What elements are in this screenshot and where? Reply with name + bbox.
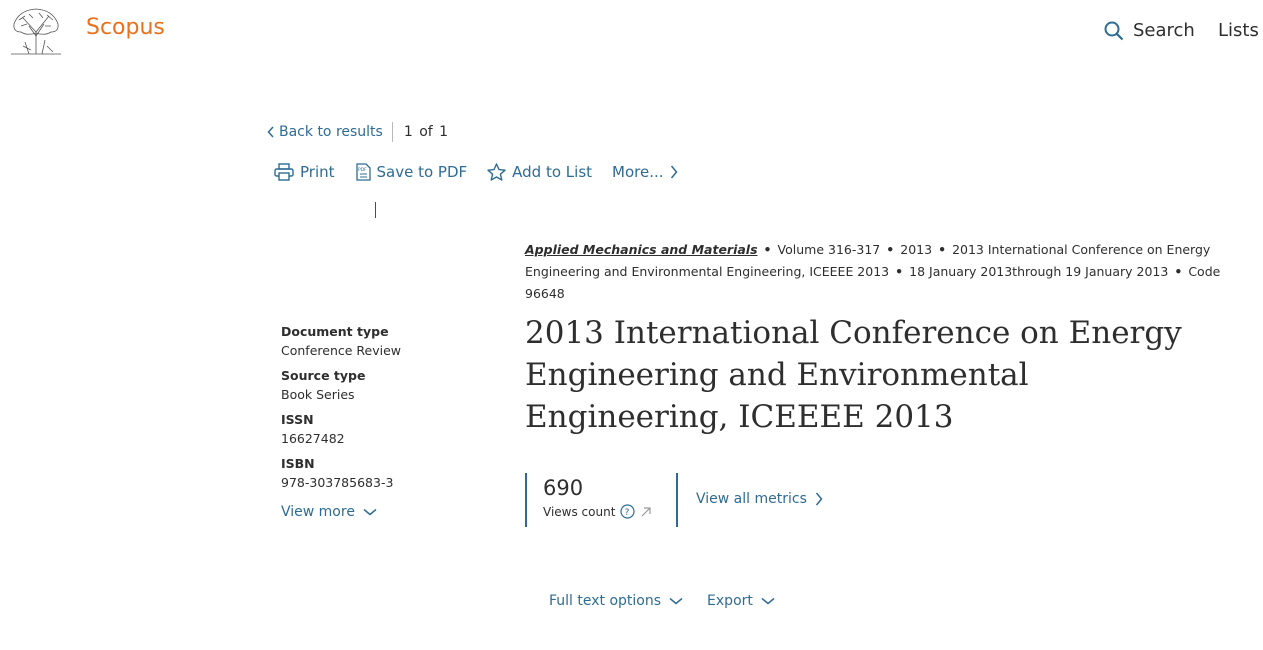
- views-count-value: 690: [543, 476, 584, 500]
- view-all-metrics-link[interactable]: View all metrics: [696, 491, 823, 507]
- elsevier-tree-logo[interactable]: [9, 6, 63, 56]
- printer-icon: [274, 163, 294, 181]
- views-count-label: Views count: [543, 504, 616, 519]
- brand-name[interactable]: Scopus: [86, 15, 165, 40]
- document-type-value: Conference Review: [281, 343, 402, 358]
- pdf-icon: PDF: [355, 163, 371, 181]
- search-icon: [1104, 21, 1124, 40]
- top-header: Scopus Search Lists: [0, 0, 1263, 60]
- document-toolbar: Print PDF Save to PDF Add to List More..…: [274, 163, 698, 181]
- chevron-down-icon: [761, 597, 775, 605]
- isbn-value: 978-303785683-3: [281, 475, 394, 490]
- document-type-label: Document type: [281, 324, 389, 339]
- chevron-down-icon: [669, 597, 683, 605]
- views-count-row: Views count ?: [543, 504, 676, 519]
- separator-dot: •: [763, 242, 772, 257]
- help-icon[interactable]: ?: [620, 504, 636, 519]
- back-to-results-label: Back to results: [279, 124, 383, 140]
- source-info: Applied Mechanics and Materials • Volume 3…: [525, 239, 1245, 305]
- chevron-right-icon: [670, 165, 677, 179]
- more-label: More...: [612, 163, 664, 181]
- separator-dot: •: [895, 264, 904, 279]
- separator-dot: •: [886, 242, 895, 257]
- source-type-value: Book Series: [281, 387, 355, 402]
- views-metric: 690 Views count ?: [525, 473, 678, 527]
- document-details: Document type Conference Review Source t…: [281, 324, 481, 520]
- print-button[interactable]: Print: [274, 163, 335, 181]
- save-to-pdf-label: Save to PDF: [376, 163, 468, 181]
- view-more-label: View more: [281, 504, 355, 520]
- full-text-options-button[interactable]: Full text options: [549, 593, 683, 609]
- nav-search-label: Search: [1133, 20, 1195, 41]
- chevron-down-icon: [363, 508, 377, 516]
- back-to-results-link[interactable]: Back to results: [267, 124, 383, 140]
- nav-search-button[interactable]: Search: [1104, 20, 1195, 41]
- add-to-list-button[interactable]: Add to List: [487, 163, 592, 181]
- export-button[interactable]: Export: [707, 593, 775, 609]
- export-label: Export: [707, 593, 753, 609]
- document-title: 2013 International Conference on Energy …: [525, 315, 1182, 435]
- issn-label: ISSN: [281, 412, 314, 427]
- isbn-label: ISBN: [281, 456, 315, 471]
- document-actions: Full text options Export: [549, 593, 799, 609]
- add-to-list-label: Add to List: [512, 163, 593, 181]
- issn-value: 16627482: [281, 431, 345, 446]
- conference-dates: 18 January 2013through 19 January 2013: [909, 264, 1169, 279]
- svg-text:?: ?: [625, 508, 630, 518]
- svg-text:PDF: PDF: [358, 167, 367, 173]
- more-button[interactable]: More...: [612, 163, 678, 181]
- text-cursor: [375, 202, 376, 218]
- source-volume: Volume 316-317: [777, 242, 881, 257]
- separator-dot: •: [1174, 264, 1183, 279]
- chevron-left-icon: [267, 126, 274, 138]
- save-to-pdf-button[interactable]: PDF Save to PDF: [355, 163, 468, 181]
- full-text-options-label: Full text options: [549, 593, 662, 609]
- view-more-button[interactable]: View more: [281, 504, 481, 520]
- external-link-icon[interactable]: [640, 506, 652, 518]
- source-year: 2013: [900, 242, 933, 257]
- result-pager: 1 of 1: [403, 124, 449, 140]
- view-all-metrics-label: View all metrics: [696, 491, 807, 507]
- source-title-link[interactable]: Applied Mechanics and Materials: [525, 242, 758, 257]
- divider: [391, 122, 393, 142]
- nav-lists-link[interactable]: Lists: [1218, 20, 1259, 41]
- print-label: Print: [300, 163, 335, 181]
- results-navigation: Back to results 1 of 1: [267, 122, 448, 142]
- chevron-right-icon: [815, 492, 823, 506]
- star-icon: [487, 163, 506, 181]
- source-type-label: Source type: [281, 368, 366, 383]
- separator-dot: •: [938, 242, 947, 257]
